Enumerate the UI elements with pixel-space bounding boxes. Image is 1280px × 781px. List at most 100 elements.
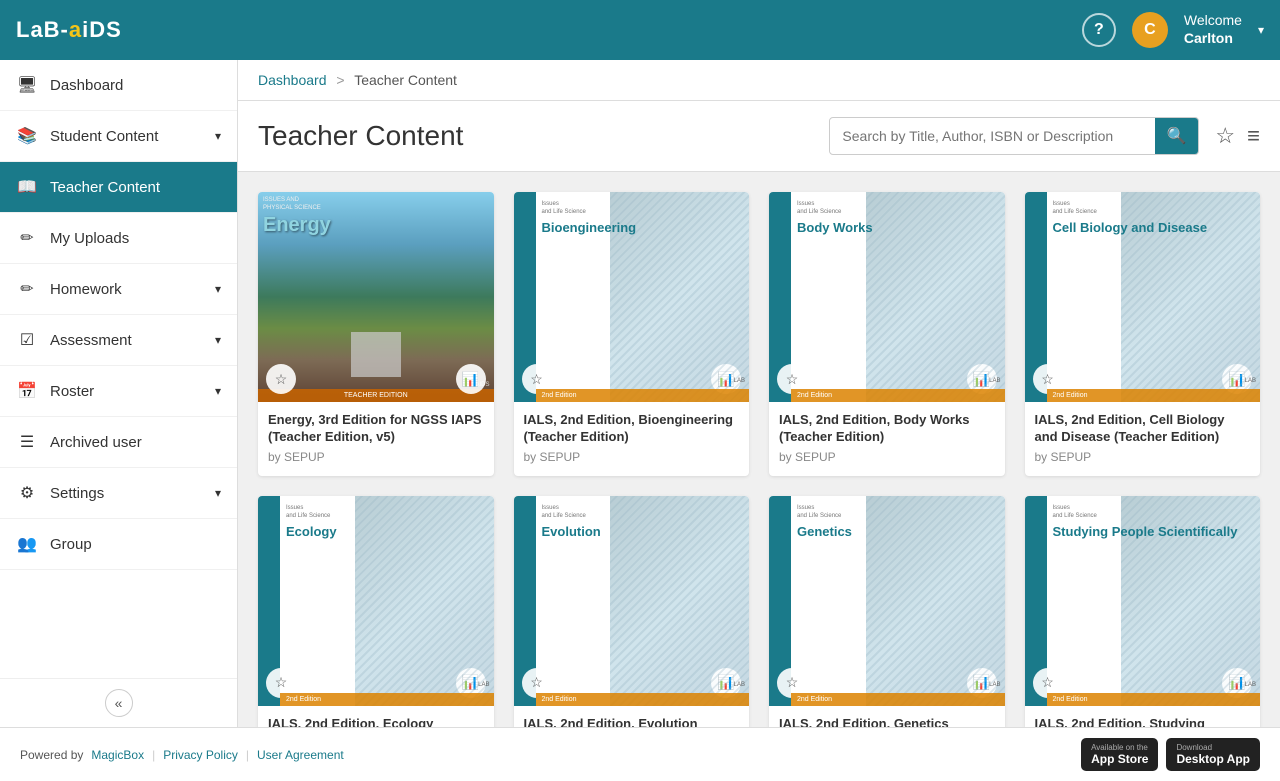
sidebar-item-student-content[interactable]: 📚 Student Content ▾ — [0, 111, 237, 162]
homework-icon: ✏ — [16, 278, 38, 300]
footer-sep-2: | — [246, 748, 249, 762]
sidebar-label-group: Group — [50, 536, 92, 553]
roster-icon: 📅 — [16, 380, 38, 402]
welcome-block: Welcome Carlton — [1184, 12, 1242, 48]
page-header: Teacher Content 🔍 ☆ ≡ — [238, 101, 1280, 172]
book-card-ecology[interactable]: Issuesand Life ScienceEcology2nd Edition… — [258, 496, 494, 727]
sidebar-item-settings[interactable]: ⚙ Settings ▾ — [0, 468, 237, 519]
header-right: ? C Welcome Carlton ▾ — [1082, 12, 1264, 48]
book-author-body-works: by SEPUP — [779, 450, 995, 464]
sidebar-chevron-assessment: ▾ — [215, 333, 221, 347]
book-author-cell-biology: by SEPUP — [1035, 450, 1251, 464]
welcome-label: Welcome Carlton — [1184, 12, 1242, 46]
sidebar-chevron-settings: ▾ — [215, 486, 221, 500]
sidebar-label-settings: Settings — [50, 485, 104, 502]
my-uploads-icon: ✏ — [16, 227, 38, 249]
teacher-content-icon: 📖 — [16, 176, 38, 198]
book-card-body-works[interactable]: Issuesand Life ScienceBody Works2nd Edit… — [769, 192, 1005, 476]
breadcrumb-current: Teacher Content — [354, 72, 457, 88]
book-card-cell-biology[interactable]: Issuesand Life ScienceCell Biology and D… — [1025, 192, 1261, 476]
sidebar-item-roster[interactable]: 📅Roster▾ — [0, 366, 237, 417]
logo-text: LaB-aiDS — [16, 17, 122, 42]
sidebar-item-homework[interactable]: ✏ Homework ▾ — [0, 264, 237, 315]
powered-by-text: Powered by — [20, 748, 83, 762]
logo[interactable]: LaB-aiDS — [16, 17, 122, 43]
book-card-genetics[interactable]: Issuesand Life ScienceGenetics2nd Editio… — [769, 496, 1005, 727]
sidebar-label-teacher-content: Teacher Content — [50, 179, 160, 196]
book-stats-energy[interactable]: 📊 — [456, 364, 486, 394]
book-title-energy: Energy, 3rd Edition for NGSS IAPS (Teach… — [268, 412, 484, 446]
books-container: ISSUES ANDPHYSICAL SCIENCEEnergyTEACHER … — [238, 172, 1280, 727]
footer-apps: Available on the App Store Download Desk… — [1081, 738, 1260, 771]
sidebar-item-archived-user[interactable]: ☰ Archived user — [0, 417, 237, 468]
sidebar-label-archived-user: Archived user — [50, 434, 142, 451]
grid-view-button[interactable]: ≡ — [1247, 123, 1260, 149]
settings-icon: ⚙ — [16, 482, 38, 504]
desktop-big: Desktop App — [1176, 752, 1250, 766]
magicbox-link[interactable]: MagicBox — [91, 748, 144, 762]
book-title-body-works: IALS, 2nd Edition, Body Works (Teacher E… — [779, 412, 995, 446]
sidebar-label-assessment: Assessment — [50, 332, 132, 349]
sidebar-chevron-student-content: ▾ — [215, 129, 221, 143]
search-button[interactable]: 🔍 — [1155, 118, 1199, 154]
book-star-energy[interactable]: ☆ — [266, 364, 296, 394]
book-card-evolution[interactable]: Issuesand Life ScienceEvolution2nd Editi… — [514, 496, 750, 727]
page-actions: ☆ ≡ — [1215, 123, 1260, 149]
footer: Powered by MagicBox | Privacy Policy | U… — [0, 727, 1280, 781]
book-card-energy[interactable]: ISSUES ANDPHYSICAL SCIENCEEnergyTEACHER … — [258, 192, 494, 476]
sidebar-collapse-btn[interactable]: « — [0, 678, 237, 727]
app-store-badge[interactable]: Available on the App Store — [1081, 738, 1158, 771]
collapse-icon[interactable]: « — [105, 689, 133, 717]
desktop-app-badge[interactable]: Download Desktop App — [1166, 738, 1260, 771]
search-bar: 🔍 — [829, 117, 1199, 155]
book-title-bioengineering: IALS, 2nd Edition, Bioengineering (Teach… — [524, 412, 740, 446]
book-title-ecology: IALS, 2nd Edition, Ecology (Teacher Edit… — [268, 716, 484, 727]
student-content-icon: 📚 — [16, 125, 38, 147]
app-store-small: Available on the — [1091, 743, 1148, 752]
privacy-policy-link[interactable]: Privacy Policy — [163, 748, 238, 762]
search-input[interactable] — [830, 120, 1154, 152]
sidebar-label-homework: Homework — [50, 281, 122, 298]
book-author-energy: by SEPUP — [268, 450, 484, 464]
sidebar-item-dashboard[interactable]: 🖥 Dashboard — [0, 60, 237, 111]
sidebar-label-dashboard: Dashboard — [50, 77, 123, 94]
sidebar-chevron-homework: ▾ — [215, 282, 221, 296]
sidebar-chevron-roster: ▾ — [215, 384, 221, 398]
footer-sep-1: | — [152, 748, 155, 762]
main-layout: 🖥 Dashboard 📚 Student Content ▾ 📖 Teacher Cont… — [0, 60, 1280, 727]
book-title-studying-people: IALS, 2nd Edition, Studying People Scien… — [1035, 716, 1251, 727]
archived-user-icon: ☰ — [16, 431, 38, 453]
breadcrumb-home[interactable]: Dashboard — [258, 72, 327, 88]
sidebar-item-my-uploads[interactable]: ✏ My Uploads — [0, 213, 237, 264]
breadcrumb-sep: > — [336, 72, 344, 88]
sidebar-item-group[interactable]: 👥 Group — [0, 519, 237, 570]
search-icon: 🔍 — [1167, 128, 1187, 145]
sidebar-item-assessment[interactable]: ☑ Assessment ▾ — [0, 315, 237, 366]
page-title: Teacher Content — [258, 120, 829, 152]
book-title-cell-biology: IALS, 2nd Edition, Cell Biology and Dise… — [1035, 412, 1251, 446]
sidebar-label-student-content: Student Content — [50, 128, 158, 145]
user-menu-chevron[interactable]: ▾ — [1258, 23, 1264, 37]
sidebar-label-my-uploads: My Uploads — [50, 230, 129, 247]
book-title-genetics: IALS, 2nd Edition, Genetics (Teacher Edi… — [779, 716, 995, 727]
user-name: Carlton — [1184, 30, 1233, 46]
book-card-bioengineering[interactable]: Issuesand Life ScienceBioengineering2nd … — [514, 192, 750, 476]
assessment-icon: ☑ — [16, 329, 38, 351]
help-button[interactable]: ? — [1082, 13, 1116, 47]
favorites-button[interactable]: ☆ — [1215, 123, 1235, 149]
app-store-big: App Store — [1091, 752, 1148, 766]
sidebar-item-teacher-content[interactable]: 📖 Teacher Content — [0, 162, 237, 213]
books-grid: ISSUES ANDPHYSICAL SCIENCEEnergyTEACHER … — [258, 192, 1260, 727]
header: LaB-aiDS ? C Welcome Carlton ▾ — [0, 0, 1280, 60]
dashboard-icon: 🖥 — [16, 74, 38, 96]
book-card-studying-people[interactable]: Issuesand Life ScienceStudying People Sc… — [1025, 496, 1261, 727]
book-author-bioengineering: by SEPUP — [524, 450, 740, 464]
avatar: C — [1132, 12, 1168, 48]
user-agreement-link[interactable]: User Agreement — [257, 748, 344, 762]
desktop-small: Download — [1176, 743, 1212, 752]
book-title-evolution: IALS, 2nd Edition, Evolution (Teacher Ed… — [524, 716, 740, 727]
sidebar: 🖥 Dashboard 📚 Student Content ▾ 📖 Teacher Cont… — [0, 60, 238, 727]
breadcrumb: Dashboard > Teacher Content — [238, 60, 1280, 101]
content-area: Dashboard > Teacher Content Teacher Cont… — [238, 60, 1280, 727]
group-icon: 👥 — [16, 533, 38, 555]
